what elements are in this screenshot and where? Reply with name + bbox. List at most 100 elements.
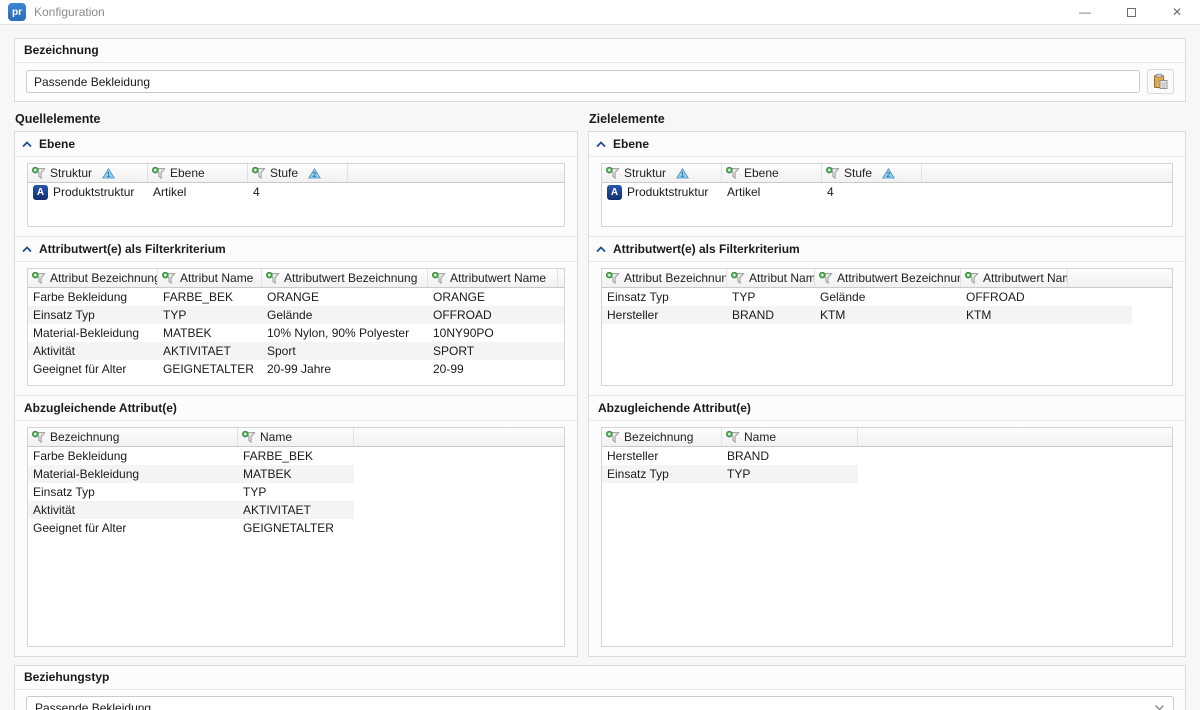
table-cell: Artikel — [722, 185, 822, 199]
column-header[interactable]: Bezeichnung — [602, 428, 722, 446]
column-header[interactable]: Struktur1 — [602, 164, 722, 182]
source-ebene-section: Ebene Struktur1EbeneStufe2AProduktstrukt… — [15, 132, 577, 236]
table-cell: AKTIVITAET — [238, 503, 354, 517]
filter-icon[interactable] — [726, 167, 740, 180]
beziehungstyp-groupbox: Beziehungstyp Passende Bekleidung — [14, 665, 1186, 710]
filter-icon[interactable] — [266, 272, 280, 285]
column-header-label: Attribut Name — [180, 271, 253, 285]
filter-icon[interactable] — [606, 272, 620, 285]
column-header[interactable]: Attributwert Name — [428, 269, 558, 287]
source-match-table: BezeichnungNameFarbe BekleidungFARBE_BEK… — [27, 427, 565, 647]
column-header-filler — [1068, 269, 1172, 287]
target-filter-section-header[interactable]: Attributwert(e) als Filterkriterium — [589, 237, 1185, 262]
table-cell: AKTIVITAET — [158, 344, 262, 358]
column-header[interactable]: Name — [722, 428, 858, 446]
column-header[interactable]: Name — [238, 428, 354, 446]
section-title: Ebene — [613, 137, 649, 151]
table-cell: SPORT — [428, 344, 558, 358]
table-row[interactable]: AProduktstrukturArtikel4 — [28, 183, 564, 201]
table-row[interactable]: Einsatz TypTYPGeländeOFFROAD — [602, 288, 1132, 306]
column-header[interactable]: Attribut Bezeichnung — [602, 269, 727, 287]
collapse-chevron-icon[interactable] — [596, 246, 606, 253]
filter-icon[interactable] — [162, 272, 176, 285]
table-row[interactable]: Einsatz TypTYP — [602, 465, 858, 483]
filter-icon[interactable] — [32, 167, 46, 180]
filter-icon[interactable] — [606, 167, 620, 180]
maximize-button[interactable] — [1108, 0, 1154, 24]
column-header[interactable]: Bezeichnung — [28, 428, 238, 446]
table-cell: 10% Nylon, 90% Polyester — [262, 326, 428, 340]
filter-icon[interactable] — [432, 272, 446, 285]
filter-icon[interactable] — [726, 431, 740, 444]
chevron-down-icon — [1154, 704, 1165, 710]
table-cell: MATBEK — [238, 467, 354, 481]
table-cell: 20-99 Jahre — [262, 362, 428, 376]
column-header[interactable]: Attribut Bezeichnung — [28, 269, 158, 287]
column-header-label: Attributwert Bezeichnung — [284, 271, 417, 285]
filter-icon[interactable] — [32, 272, 46, 285]
source-match-section: Abzugleichende Attribut(e) BezeichnungNa… — [15, 395, 577, 656]
table-row[interactable]: Material-BekleidungMATBEK10% Nylon, 90% … — [28, 324, 564, 342]
target-panel: Ebene Struktur1EbeneStufe2AProduktstrukt… — [588, 131, 1186, 657]
filter-icon[interactable] — [242, 431, 256, 444]
table-row[interactable]: AktivitätAKTIVITAETSportSPORT — [28, 342, 564, 360]
column-header[interactable]: Attribut Name — [727, 269, 815, 287]
bezeichnung-input[interactable] — [26, 70, 1140, 93]
column-header[interactable]: Stufe2 — [822, 164, 922, 182]
filter-icon[interactable] — [819, 272, 833, 285]
table-row[interactable]: Einsatz TypTYPGeländeOFFROAD — [28, 306, 564, 324]
table-cell: Einsatz Typ — [28, 485, 238, 499]
table-row[interactable]: Farbe BekleidungFARBE_BEKORANGEORANGE — [28, 288, 564, 306]
source-filter-section-header[interactable]: Attributwert(e) als Filterkriterium — [15, 237, 577, 262]
table-row[interactable]: Geeignet für AlterGEIGNETALTER — [28, 519, 354, 537]
column-header[interactable]: Attributwert Bezeichnung — [815, 269, 961, 287]
filter-icon[interactable] — [32, 431, 46, 444]
table-cell: ORANGE — [428, 290, 558, 304]
app-logo-icon: pr — [8, 3, 26, 21]
table-header-row: Attribut Bezeichnung Attribut Name Attribu… — [28, 269, 564, 288]
sort-order-icon: 2 — [882, 168, 895, 179]
minimize-button[interactable]: — — [1062, 0, 1108, 24]
column-header[interactable]: Attributwert Bezeichnung — [262, 269, 428, 287]
filter-icon[interactable] — [152, 167, 166, 180]
filter-icon[interactable] — [965, 272, 979, 285]
table-cell: Hersteller — [602, 308, 727, 322]
filter-icon[interactable] — [252, 167, 266, 180]
column-header[interactable]: Ebene — [148, 164, 248, 182]
table-row[interactable]: Material-BekleidungMATBEK — [28, 465, 354, 483]
table-row[interactable]: Farbe BekleidungFARBE_BEK — [28, 447, 354, 465]
table-row[interactable]: AktivitätAKTIVITAET — [28, 501, 354, 519]
svg-text:1: 1 — [681, 172, 685, 179]
column-header-filler — [922, 164, 1172, 182]
close-button[interactable]: ✕ — [1154, 0, 1200, 24]
maximize-icon — [1127, 8, 1136, 17]
table-cell: Gelände — [262, 308, 428, 322]
table-row[interactable]: Einsatz TypTYP — [28, 483, 354, 501]
filter-icon[interactable] — [731, 272, 745, 285]
source-panel: Ebene Struktur1EbeneStufe2AProduktstrukt… — [14, 131, 578, 657]
table-row[interactable]: AProduktstrukturArtikel4 — [602, 183, 1172, 201]
collapse-chevron-icon[interactable] — [22, 141, 32, 148]
table-cell: 4 — [248, 185, 348, 199]
source-filter-section: Attributwert(e) als Filterkriterium Attr… — [15, 236, 577, 395]
collapse-chevron-icon[interactable] — [22, 246, 32, 253]
column-header[interactable]: Attribut Name — [158, 269, 262, 287]
column-header[interactable]: Struktur1 — [28, 164, 148, 182]
target-ebene-section-header[interactable]: Ebene — [589, 132, 1185, 157]
table-row[interactable]: Geeignet für AlterGEIGNETALTER20-99 Jahr… — [28, 360, 564, 378]
filter-icon[interactable] — [826, 167, 840, 180]
beziehungstyp-dropdown[interactable]: Passende Bekleidung — [26, 696, 1174, 710]
svg-text:2: 2 — [887, 172, 891, 179]
table-row[interactable]: HerstellerBRANDKTMKTM — [602, 306, 1132, 324]
column-header[interactable]: Ebene — [722, 164, 822, 182]
collapse-chevron-icon[interactable] — [596, 141, 606, 148]
table-row[interactable]: HerstellerBRAND — [602, 447, 858, 465]
column-header[interactable]: Stufe2 — [248, 164, 348, 182]
table-cell: Material-Bekleidung — [28, 326, 158, 340]
column-header[interactable]: Attributwert Name — [961, 269, 1068, 287]
filter-icon[interactable] — [606, 431, 620, 444]
paste-button[interactable] — [1147, 69, 1174, 94]
source-ebene-section-header[interactable]: Ebene — [15, 132, 577, 157]
source-column-title: Quellelemente — [14, 110, 578, 131]
table-cell: KTM — [961, 308, 1068, 322]
